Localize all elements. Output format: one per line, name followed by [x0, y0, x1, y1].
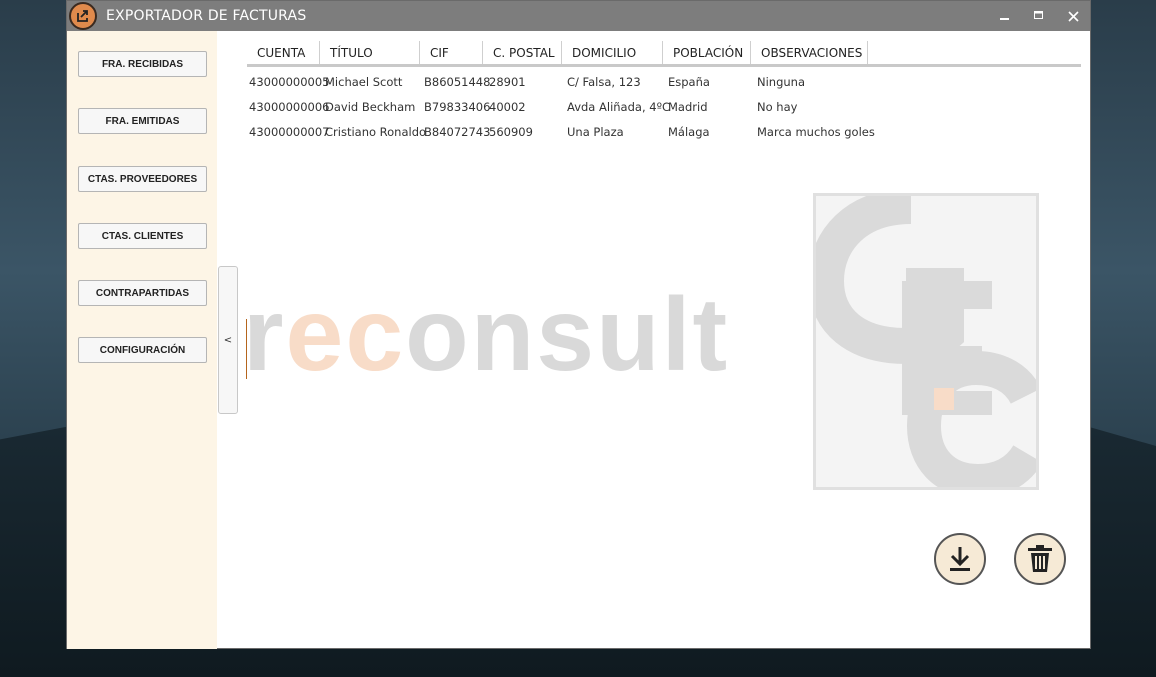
window-title: EXPORTADOR DE FACTURAS [106, 8, 307, 24]
cell-cif: B84072743 [424, 124, 491, 139]
table-body: 43000000005 Michael Scott B86051448 2890… [247, 69, 885, 144]
cell-titulo: Michael Scott [325, 74, 403, 89]
app-window: EXPORTADOR DE FACTURAS FRA. RECIBIDAS FR… [66, 0, 1091, 649]
cell-domicilio: Avda Aliñada, 4ºC [567, 99, 671, 114]
download-button[interactable] [934, 533, 986, 585]
cell-poblacion: Málaga [668, 124, 710, 139]
close-button[interactable] [1056, 1, 1090, 31]
column-header-cuenta[interactable]: CUENTA [247, 41, 320, 64]
gec-watermark-logo [807, 188, 1043, 499]
title-bar[interactable]: EXPORTADOR DE FACTURAS [67, 1, 1090, 31]
cell-observaciones: Ninguna [757, 74, 806, 89]
logo-text-accent: ec [285, 277, 406, 393]
close-icon [1067, 10, 1079, 22]
reconsult-watermark-logo: reconsult [243, 283, 729, 387]
nav-configuracion-button[interactable]: CONFIGURACIÓN [78, 337, 207, 363]
column-header-domicilio[interactable]: DOMICILIO [562, 41, 663, 64]
column-header-titulo[interactable]: TÍTULO [320, 41, 420, 64]
trash-icon [1028, 545, 1052, 572]
cell-titulo: Cristiano Ronaldo [325, 124, 427, 139]
main-content: CUENTA TÍTULO CIF C. POSTAL DOMICILIO PO… [217, 31, 1091, 649]
nav-fra-recibidas-button[interactable]: FRA. RECIBIDAS [78, 51, 207, 77]
cell-cif: B86051448 [424, 74, 491, 89]
minimize-icon [1000, 18, 1009, 20]
delete-button[interactable] [1014, 533, 1066, 585]
table-header: CUENTA TÍTULO CIF C. POSTAL DOMICILIO PO… [247, 41, 1081, 67]
cell-cuenta: 43000000006 [249, 99, 330, 114]
column-header-poblacion[interactable]: POBLACIÓN [663, 41, 751, 64]
cell-c-postal: 560909 [489, 124, 533, 139]
table-row[interactable]: 43000000007 Cristiano Ronaldo B84072743 … [247, 119, 885, 144]
nav-fra-emitidas-button[interactable]: FRA. EMITIDAS [78, 108, 207, 134]
logo-text-suffix: onsult [405, 277, 730, 393]
column-header-c-postal[interactable]: C. POSTAL [483, 41, 562, 64]
cell-cif: B79833406 [424, 99, 491, 114]
maximize-button[interactable] [1022, 1, 1056, 31]
cell-observaciones: No hay [757, 99, 798, 114]
logo-text-prefix: r [243, 277, 286, 393]
table-row[interactable]: 43000000006 David Beckham B79833406 4000… [247, 94, 885, 119]
cell-domicilio: Una Plaza [567, 124, 624, 139]
nav-contrapartidas-button[interactable]: CONTRAPARTIDAS [78, 280, 207, 306]
column-header-cif[interactable]: CIF [420, 41, 483, 64]
cell-titulo: David Beckham [325, 99, 416, 114]
maximize-icon [1034, 11, 1043, 19]
table-row[interactable]: 43000000005 Michael Scott B86051448 2890… [247, 69, 885, 94]
cell-c-postal: 28901 [489, 74, 526, 89]
cell-poblacion: Madrid [668, 99, 708, 114]
sidebar: FRA. RECIBIDAS FRA. EMITIDAS CTAS. PROVE… [67, 31, 217, 649]
cell-poblacion: España [668, 74, 710, 89]
cell-cuenta: 43000000005 [249, 74, 330, 89]
cell-domicilio: C/ Falsa, 123 [567, 74, 641, 89]
cell-c-postal: 40002 [489, 99, 526, 114]
minimize-button[interactable] [988, 1, 1022, 31]
nav-ctas-proveedores-button[interactable]: CTAS. PROVEEDORES [78, 166, 207, 192]
download-icon [950, 547, 970, 571]
column-header-observaciones[interactable]: OBSERVACIONES [751, 41, 868, 64]
gec-monogram [807, 188, 1043, 499]
nav-ctas-clientes-button[interactable]: CTAS. CLIENTES [78, 223, 207, 249]
export-app-icon [69, 2, 97, 30]
cell-observaciones: Marca muchos goles [757, 124, 875, 139]
cell-cuenta: 43000000007 [249, 124, 330, 139]
